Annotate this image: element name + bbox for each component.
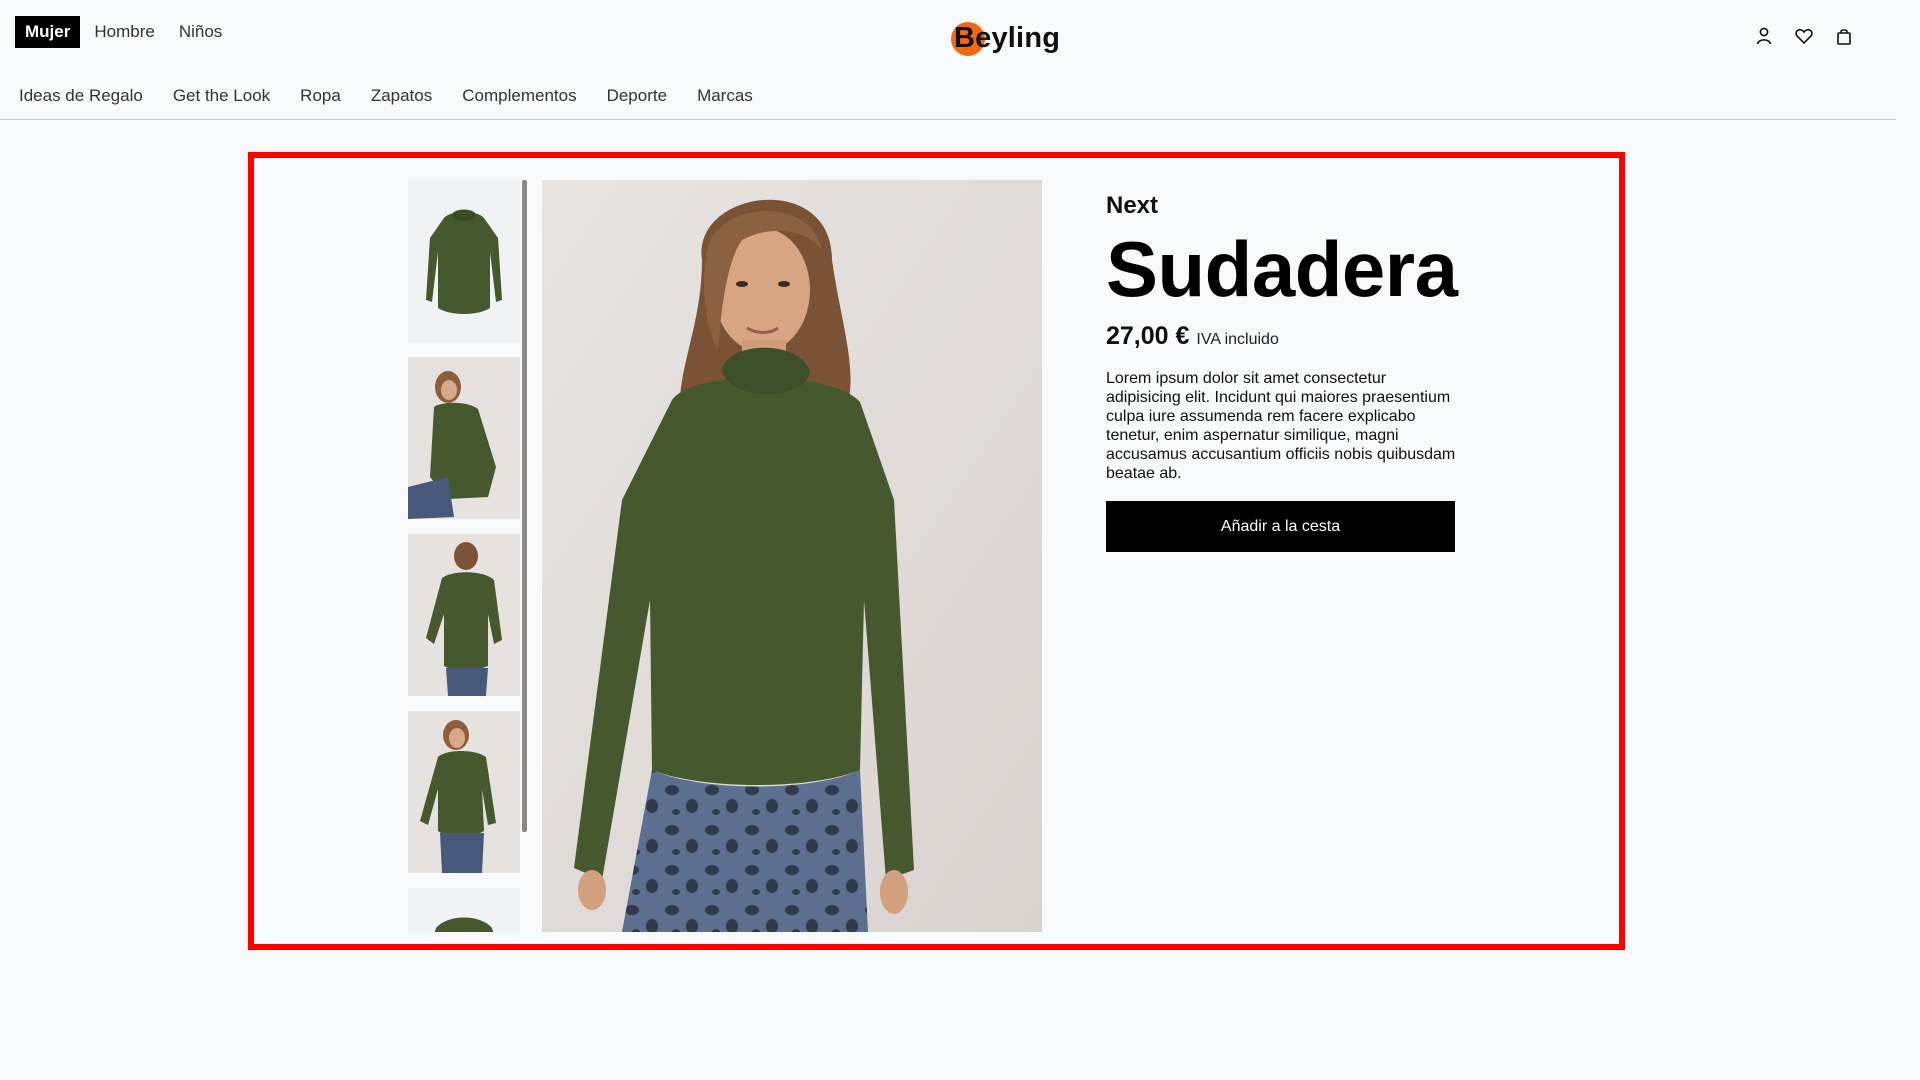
thumbnail-scrollbar[interactable] <box>522 180 527 832</box>
product-info: Next Sudadera 27,00 € IVA incluido Lorem… <box>1106 192 1526 552</box>
thumbnail-sweater-flat[interactable] <box>408 180 520 342</box>
price-row: 27,00 € IVA incluido <box>1106 322 1526 351</box>
category-nav: Ideas de Regalo Get the Look Ropa Zapato… <box>19 86 783 106</box>
thumbnail-sweater-detail[interactable] <box>408 888 520 932</box>
product-title: Sudadera <box>1106 225 1458 313</box>
product-main-image <box>542 180 1042 932</box>
nav-ropa[interactable]: Ropa <box>300 86 341 106</box>
nav-deporte[interactable]: Deporte <box>607 86 667 106</box>
tax-note: IVA incluido <box>1196 331 1279 348</box>
thumbnail-model-front[interactable] <box>408 711 520 873</box>
gender-tabs: Mujer Hombre Niños <box>15 16 236 48</box>
shopping-bag-icon[interactable] <box>1834 26 1854 46</box>
tab-ninos[interactable]: Niños <box>169 16 232 48</box>
nav-marcas[interactable]: Marcas <box>697 86 753 106</box>
thumbnail-model-seated[interactable] <box>408 357 520 519</box>
product-description: Lorem ipsum dolor sit amet consectetur a… <box>1106 370 1456 482</box>
header-icons <box>1754 26 1854 46</box>
product-brand[interactable]: Next <box>1106 192 1526 220</box>
tab-mujer[interactable]: Mujer <box>15 16 81 48</box>
add-to-cart-button[interactable]: Añadir a la cesta <box>1106 501 1455 552</box>
thumbnail-list[interactable] <box>408 180 528 932</box>
user-icon[interactable] <box>1754 26 1774 46</box>
nav-get-the-look[interactable]: Get the Look <box>173 86 270 106</box>
logo-text: Beyling <box>954 21 1061 54</box>
tab-hombre[interactable]: Hombre <box>84 16 164 48</box>
heart-icon[interactable] <box>1794 26 1814 46</box>
nav-complementos[interactable]: Complementos <box>462 86 576 106</box>
product-price: 27,00 € <box>1106 322 1190 350</box>
site-header: Mujer Hombre Niños Beyling Ideas de Rega… <box>0 0 1896 120</box>
thumbnail-model-back[interactable] <box>408 534 520 696</box>
site-logo[interactable]: Beyling <box>950 18 1060 58</box>
nav-zapatos[interactable]: Zapatos <box>371 86 432 106</box>
nav-ideas-de-regalo[interactable]: Ideas de Regalo <box>19 86 143 106</box>
